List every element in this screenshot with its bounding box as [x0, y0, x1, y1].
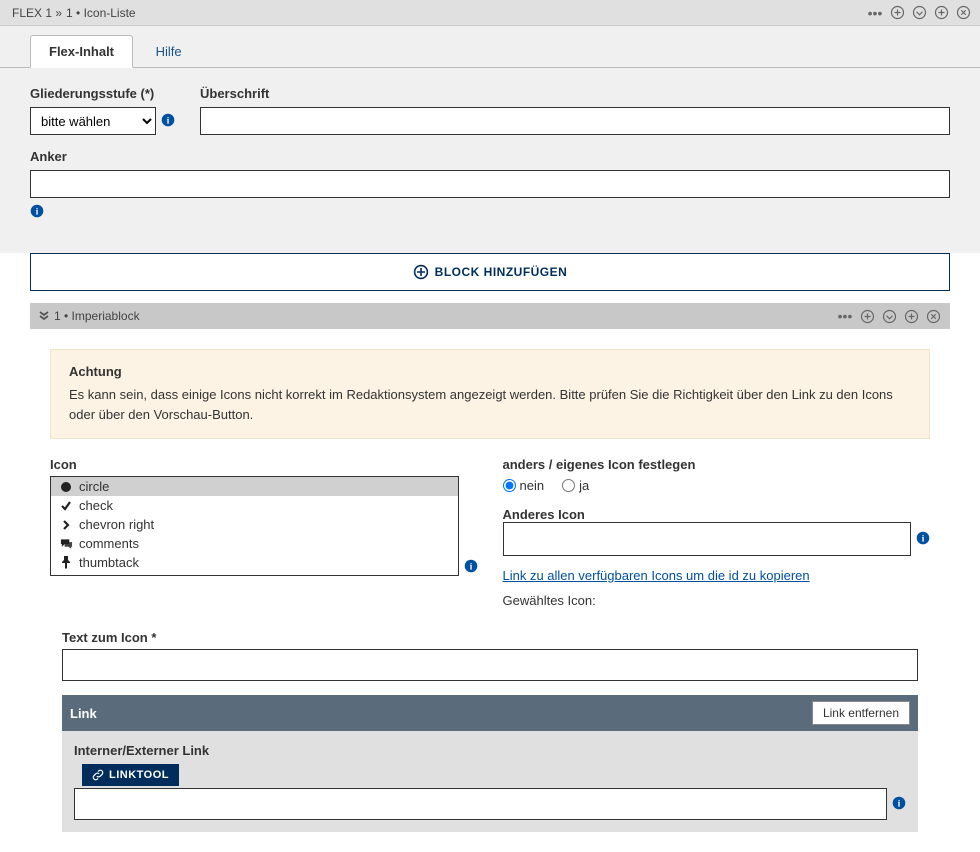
- icon-item-label: comments: [79, 536, 139, 551]
- subpanel-header: 1 • Imperiablock •••: [30, 303, 950, 329]
- icon-item-label: circle: [79, 479, 109, 494]
- intext-link-label: Interner/Externer Link: [74, 743, 906, 758]
- gliederung-label: Gliederungsstufe (*): [30, 86, 175, 101]
- tab-bar: Flex-Inhalt Hilfe: [0, 26, 980, 68]
- breadcrumb-current: 1 • Icon-Liste: [66, 6, 136, 20]
- warning-box: Achtung Es kann sein, dass einige Icons …: [50, 349, 930, 439]
- tab-flex-inhalt[interactable]: Flex-Inhalt: [30, 35, 133, 68]
- thumbtack-icon: [59, 556, 73, 570]
- info-icon[interactable]: i: [892, 796, 906, 813]
- linktool-label: LINKTOOL: [109, 769, 169, 781]
- radio-ja[interactable]: ja: [562, 478, 589, 493]
- icon-label: Icon: [50, 457, 77, 472]
- circle-plus-icon[interactable]: [858, 307, 876, 325]
- icon-listbox[interactable]: circle check chevron right comments thumbtac…: [50, 476, 459, 576]
- add-block-button[interactable]: BLOCK HINZUFÜGEN: [30, 253, 950, 291]
- warning-text: Es kann sein, dass einige Icons nicht ko…: [69, 385, 911, 424]
- link-header-title: Link: [70, 706, 97, 721]
- icon-item-comments[interactable]: comments: [51, 534, 458, 553]
- anderes-icon-label: Anderes Icon: [503, 507, 585, 522]
- text-icon-label: Text zum Icon *: [62, 630, 156, 645]
- text-icon-input[interactable]: [62, 649, 918, 681]
- circle-down-icon[interactable]: [910, 4, 928, 22]
- icon-item-label: thumbtack: [79, 555, 139, 570]
- circle-close-icon[interactable]: [924, 307, 942, 325]
- circle-add-icon[interactable]: [932, 4, 950, 22]
- gliederung-select[interactable]: bitte wählen: [30, 107, 156, 135]
- anker-label: Anker: [30, 149, 950, 164]
- icon-item-check[interactable]: check: [51, 496, 458, 515]
- icon-item-label: chevron right: [79, 517, 154, 532]
- gewaehltes-icon-label: Gewähltes Icon:: [503, 593, 931, 608]
- info-icon[interactable]: i: [30, 204, 950, 221]
- info-icon[interactable]: i: [916, 531, 930, 548]
- icon-item-thumbtack[interactable]: thumbtack: [51, 553, 458, 572]
- collapse-icon[interactable]: [38, 309, 50, 324]
- info-icon[interactable]: i: [464, 559, 478, 576]
- subpanel-title: 1 • Imperiablock: [54, 309, 140, 323]
- tab-hilfe[interactable]: Hilfe: [137, 35, 201, 68]
- circle-plus-icon[interactable]: [888, 4, 906, 22]
- ueberschrift-input[interactable]: [200, 107, 950, 135]
- circle-down-icon[interactable]: [880, 307, 898, 325]
- icon-item-circle[interactable]: circle: [51, 477, 458, 496]
- custom-icon-label: anders / eigenes Icon festlegen: [503, 457, 696, 472]
- anderes-icon-input[interactable]: [503, 522, 912, 556]
- anker-input[interactable]: [30, 170, 950, 198]
- ueberschrift-label: Überschrift: [200, 86, 950, 101]
- icon-item-label: check: [79, 498, 113, 513]
- add-block-label: BLOCK HINZUFÜGEN: [435, 265, 568, 279]
- chevron-right-icon: [59, 518, 73, 532]
- link-remove-button[interactable]: Link entfernen: [812, 701, 910, 725]
- link-input[interactable]: [74, 788, 887, 820]
- circle-add-icon[interactable]: [902, 307, 920, 325]
- more-icon[interactable]: •••: [866, 4, 884, 22]
- link-header: Link Link entfernen: [62, 695, 918, 731]
- circle-icon: [59, 480, 73, 494]
- icons-link[interactable]: Link zu allen verfügbaren Icons um die i…: [503, 568, 810, 583]
- warning-title: Achtung: [69, 364, 911, 379]
- form-area: Gliederungsstufe (*) bitte wählen i Über…: [0, 68, 980, 253]
- linktool-button[interactable]: LINKTOOL: [82, 764, 179, 786]
- comments-icon: [59, 537, 73, 551]
- info-icon[interactable]: i: [161, 113, 175, 130]
- panel-header: FLEX 1 » 1 • Icon-Liste •••: [0, 0, 980, 26]
- check-icon: [59, 499, 73, 513]
- breadcrumb-flex[interactable]: FLEX 1 »: [12, 6, 62, 20]
- icon-item-chevron-right[interactable]: chevron right: [51, 515, 458, 534]
- circle-close-icon[interactable]: [954, 4, 972, 22]
- radio-nein[interactable]: nein: [503, 478, 545, 493]
- more-icon[interactable]: •••: [836, 307, 854, 325]
